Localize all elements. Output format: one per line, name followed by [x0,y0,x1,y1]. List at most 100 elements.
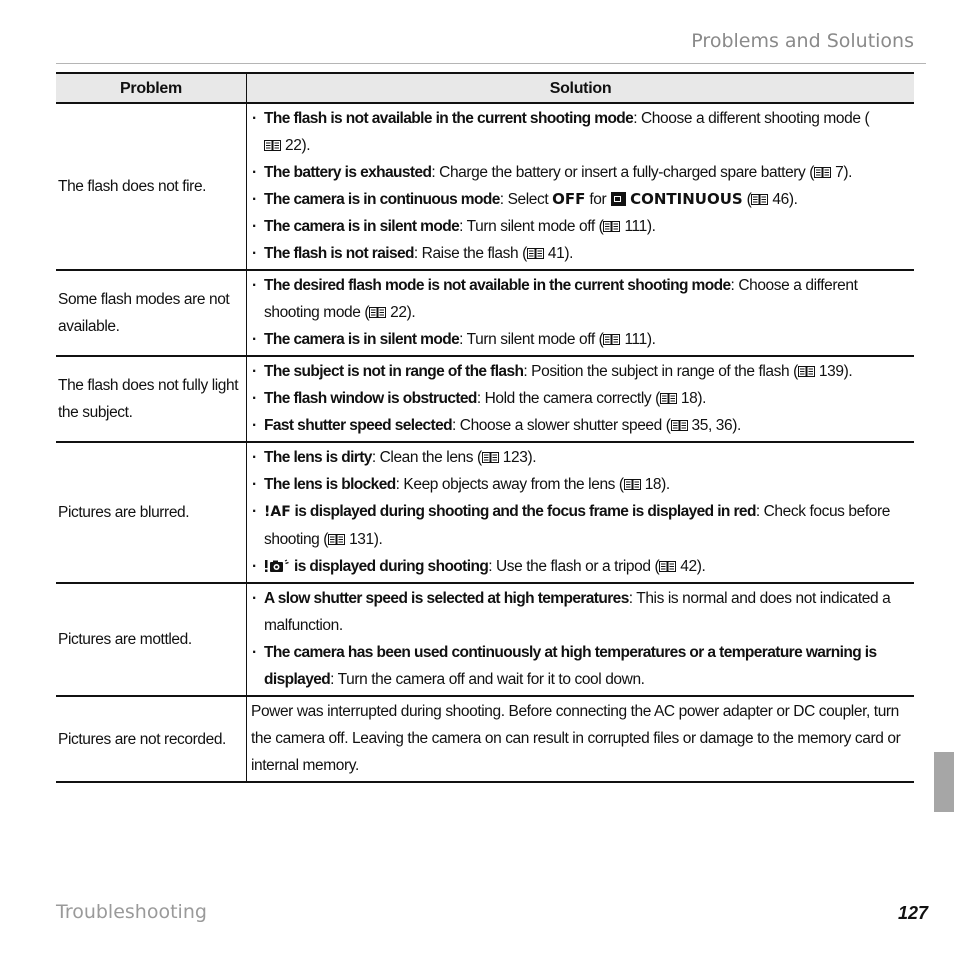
reference-close: ). [646,218,656,235]
solution-item: The battery is exhausted: Charge the bat… [251,159,914,186]
reference-page: 18 [644,476,662,493]
cause-text: The flash window is obstructed [264,390,477,407]
table-row: Pictures are not recorded. Power was inte… [56,696,914,783]
reference-page: 41 [547,245,565,262]
solution-paragraph: Power was interrupted during shooting. B… [251,703,901,774]
reference-close: ). [732,417,741,434]
solution-item: Fast shutter speed selected: Choose a sl… [251,412,914,439]
solution-cell: Power was interrupted during shooting. B… [246,696,914,783]
page-reference[interactable]: 18 [623,476,662,493]
cause-text: The battery is exhausted [264,164,432,181]
camera-shake-icon [264,555,290,572]
book-icon [797,359,815,377]
menu-item-continuous: CONTINUOUS [630,190,743,208]
remedy-text: : Hold the camera correctly ( [476,390,660,407]
page-reference[interactable]: 18 [659,390,698,407]
book-icon [603,214,621,232]
cause-text: The camera is in continuous mode [264,191,500,208]
solution-item: The camera is in silent mode: Turn silen… [251,213,914,240]
cause-text: The lens is dirty [264,449,372,466]
page-reference[interactable]: 46 [751,191,789,208]
page-reference[interactable]: 131 [328,531,374,548]
problem-cell: The flash does not fully light the subje… [56,356,247,443]
table-row: Pictures are mottled. A slow shutter spee… [56,583,914,697]
book-icon [369,300,387,318]
remedy-text: : Keep objects away from the lens ( [395,476,624,493]
section-title: Problems and Solutions [691,30,914,52]
remedy-text: : Raise the flash ( [413,245,527,262]
solution-list: A slow shutter speed is selected at high… [251,585,914,693]
table-row: The flash does not fully light the subje… [56,356,914,443]
solution-item: The flash is not raised: Raise the flash… [251,240,914,267]
cause-text: is displayed during shooting and the foc… [290,503,757,520]
book-icon [751,187,769,205]
column-header-solution: Solution [246,72,914,104]
reference-page: 123 [502,449,528,466]
problem-cell: The flash does not fire. [56,103,247,271]
cause-text: is displayed during shooting [294,558,489,575]
menu-value-off: OFF [552,190,586,208]
header-divider [56,63,926,64]
reference-page: 46 [772,191,789,208]
remedy-text: : Clean the lens ( [371,449,482,466]
reference-page: 22 [285,137,302,154]
table-row: Some flash modes are not available. The d… [56,270,914,357]
reference-close: ). [373,531,383,548]
page-reference[interactable]: 22 [369,304,407,321]
solution-item: The camera has been used continuously at… [251,639,914,693]
book-icon [659,554,677,572]
continuous-mode-icon [611,192,627,206]
solution-list: The desired flash mode is not available … [251,272,914,353]
cause-text: The flash is not available in the curren… [264,110,634,127]
cause-text: The flash is not raised [264,245,414,262]
reference-close: ). [301,137,311,154]
page-reference[interactable]: 111 [603,331,647,348]
footer-section: Troubleshooting [56,901,207,923]
solution-item: The lens is blocked: Keep objects away f… [251,471,914,498]
troubleshooting-table: Problem Solution The flash does not fire… [56,72,914,783]
reference-close: ). [696,558,706,575]
page-reference[interactable]: 123 [481,449,528,466]
reference-page: 35, 36 [691,417,733,434]
cause-text: Fast shutter speed selected [264,417,453,434]
cause-text: The subject is not in range of the flash [264,363,524,380]
page-reference[interactable]: 42 [659,558,697,575]
remedy-text: : Charge the battery or insert a fully-c… [431,164,815,181]
solution-list: The lens is dirty: Clean the lens ( 123).… [251,444,914,580]
table-row: The flash does not fire.The flash is not… [56,103,914,271]
remedy-text-2: for [585,191,611,208]
reference-page: 111 [624,218,647,235]
reference-page: 22 [390,304,407,321]
cause-text: The desired flash mode is not available … [264,277,731,294]
solution-item: !AF is displayed during shooting and the… [251,498,914,553]
page-number: 127 [897,903,928,923]
problem-cell: Pictures are mottled. [56,583,247,697]
page-reference[interactable]: 35, 36 [670,417,733,434]
problem-cell: Some flash modes are not available. [56,270,247,357]
solution-cell: A slow shutter speed is selected at high… [246,583,914,697]
remedy-text: : Turn silent mode off ( [459,218,604,235]
remedy-text: : Use the flash or a tripod ( [488,558,660,575]
cause-text: The camera is in silent mode [264,218,460,235]
reference-close: ). [646,331,656,348]
book-icon [670,413,688,431]
solution-list: The flash is not available in the curren… [251,105,914,267]
page-reference[interactable]: 41 [526,245,565,262]
book-icon [264,133,281,151]
book-icon [526,241,544,259]
book-icon [659,386,677,404]
problem-cell: Pictures are blurred. [56,442,247,584]
page-reference[interactable]: 22 [264,137,302,154]
reference-page: 131 [349,531,374,548]
reference-close: ). [843,363,853,380]
page-reference[interactable]: 111 [603,218,647,235]
cause-text: The camera is in silent mode [264,331,460,348]
book-icon [328,527,346,545]
solution-item: The camera is in continuous mode: Select… [251,186,914,213]
remedy-text: : Choose a slower shutter speed ( [451,417,671,434]
solution-cell: The lens is dirty: Clean the lens ( 123).… [246,442,914,584]
table-row: Pictures are blurred.The lens is dirty: … [56,442,914,584]
page-reference[interactable]: 139 [797,363,844,380]
reference-close: ). [527,449,537,466]
page-reference[interactable]: 7 [814,164,844,181]
